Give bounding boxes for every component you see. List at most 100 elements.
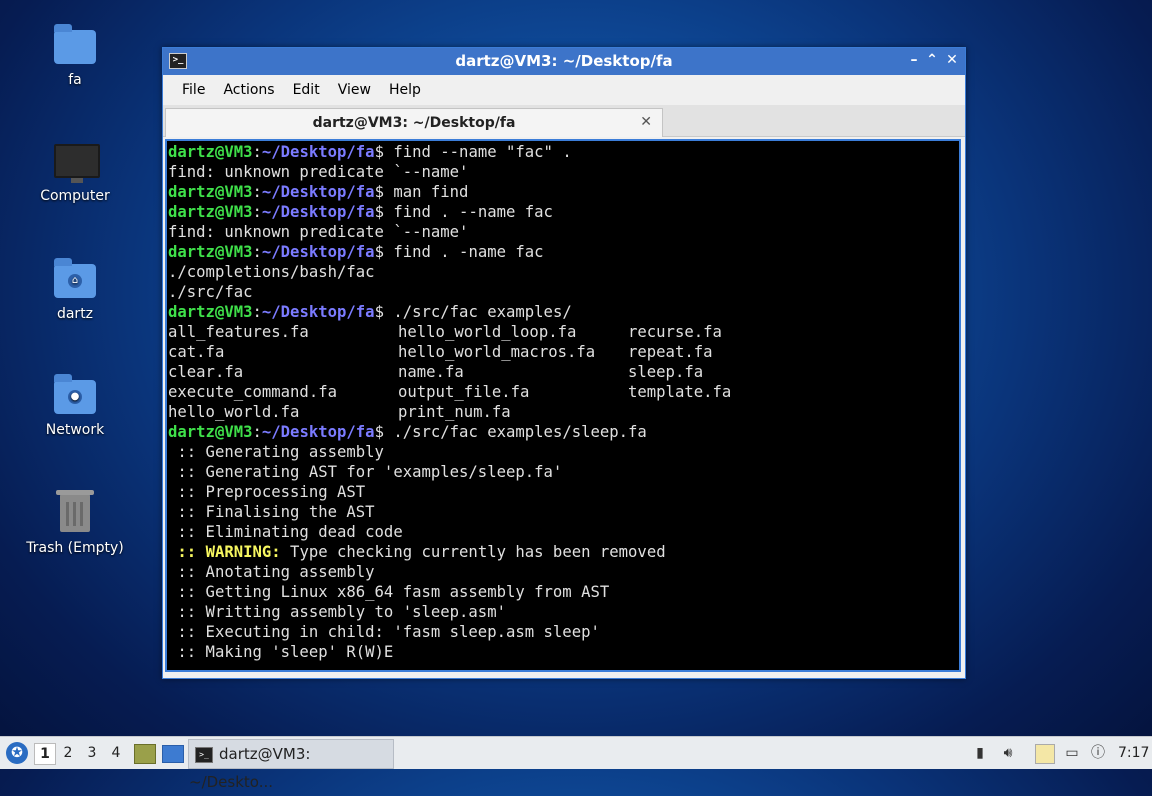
- file-name: clear.fa: [168, 363, 244, 381]
- terminal-line: :: Writting assembly to 'sleep.asm': [168, 602, 959, 622]
- start-menu-icon[interactable]: ✪: [6, 742, 28, 764]
- prompt-sep: :: [252, 243, 262, 261]
- window-title: dartz@VM3: ~/Desktop/fa: [455, 52, 673, 70]
- menu-view[interactable]: View: [329, 82, 380, 98]
- network-icon[interactable]: ▭: [1063, 744, 1081, 762]
- terminal-line: :: Executing in child: 'fasm sleep.asm s…: [168, 622, 959, 642]
- output-text: :: Finalising the AST: [168, 503, 375, 521]
- removable-drive-icon[interactable]: ▮: [971, 744, 989, 762]
- file-name: hello_world_macros.fa: [398, 343, 596, 361]
- command-text: find --name "fac" .: [383, 143, 572, 161]
- updates-icon[interactable]: ⓘ: [1089, 744, 1107, 762]
- terminal-line: dartz@VM3:~/Desktop/fa$ find . -name fac: [168, 242, 959, 262]
- file-manager-launcher-icon[interactable]: [134, 744, 156, 764]
- file-name: sleep.fa: [628, 363, 704, 381]
- prompt-user: dartz@VM3: [168, 183, 253, 201]
- output-text: :: Eliminating dead code: [168, 523, 403, 541]
- output-text: ./src/fac: [168, 283, 253, 301]
- terminal-icon: >_: [195, 746, 213, 763]
- tab-bar: dartz@VM3: ~/Desktop/fa ✕: [163, 105, 965, 137]
- tab-label: dartz@VM3: ~/Desktop/fa: [312, 115, 516, 131]
- prompt-path: ~/Desktop/fa: [261, 303, 375, 321]
- command-text: ./src/fac examples/: [383, 303, 572, 321]
- prompt-sep: :: [252, 143, 262, 161]
- prompt-symbol: $: [374, 303, 384, 321]
- terminal-line: find: unknown predicate `--name': [168, 222, 959, 242]
- desktop-icon-label: fa: [68, 72, 82, 88]
- file-name: all_features.fa: [168, 323, 309, 341]
- maximize-button[interactable]: ⌃: [923, 51, 941, 69]
- file-name: name.fa: [398, 363, 464, 381]
- desktop-icon-computer[interactable]: Computer: [20, 138, 130, 204]
- terminal-tab[interactable]: dartz@VM3: ~/Desktop/fa ✕: [165, 108, 663, 137]
- terminal-line: all_features.fa hello_world_loop.fa recurs…: [168, 322, 959, 342]
- terminal-line: :: WARNING: Type checking currently has …: [168, 542, 959, 562]
- output-text: find: unknown predicate `--name': [168, 163, 469, 181]
- prompt-sep: :: [252, 423, 262, 441]
- desktop-icon-trash[interactable]: Trash (Empty): [20, 490, 130, 556]
- warning-text: Type checking currently has been removed: [280, 543, 666, 561]
- terminal-line: :: Generating assembly: [168, 442, 959, 462]
- show-desktop-icon[interactable]: [162, 745, 184, 763]
- terminal-line: ./completions/bash/fac: [168, 262, 959, 282]
- terminal-line: :: Finalising the AST: [168, 502, 959, 522]
- taskbar-task-terminal[interactable]: >_ dartz@VM3: ~/Deskto...: [188, 739, 394, 791]
- close-button[interactable]: ✕: [943, 51, 961, 69]
- prompt-symbol: $: [374, 423, 384, 441]
- volume-icon[interactable]: 🔊︎: [999, 744, 1017, 762]
- warning-prefix: ::: [168, 543, 206, 561]
- warning-label: WARNING:: [205, 543, 281, 561]
- tab-close-icon[interactable]: ✕: [640, 114, 652, 130]
- output-text: :: Preprocessing AST: [168, 483, 366, 501]
- terminal-line: dartz@VM3:~/Desktop/fa$ find --name "fac…: [168, 142, 959, 162]
- window-titlebar[interactable]: >_ dartz@VM3: ~/Desktop/fa – ⌃ ✕: [163, 48, 965, 75]
- file-name: recurse.fa: [628, 323, 722, 341]
- file-name: template.fa: [628, 383, 732, 401]
- clock[interactable]: 7:17: [1118, 737, 1149, 769]
- desktop-icon-home[interactable]: ⌂ dartz: [20, 256, 130, 322]
- output-text: :: Writting assembly to 'sleep.asm': [168, 603, 506, 621]
- prompt-symbol: $: [374, 143, 384, 161]
- menu-actions[interactable]: Actions: [214, 82, 283, 98]
- workspace-1[interactable]: 1: [34, 743, 56, 765]
- workspace-3[interactable]: 3: [82, 743, 102, 763]
- command-text: man find: [383, 183, 469, 201]
- terminal-window[interactable]: >_ dartz@VM3: ~/Desktop/fa – ⌃ ✕ File Ac…: [162, 47, 966, 679]
- desktop-icon-label: Trash (Empty): [26, 540, 124, 556]
- desktop-icon-fa[interactable]: fa: [20, 22, 130, 88]
- prompt-user: dartz@VM3: [168, 423, 253, 441]
- menu-bar: File Actions Edit View Help: [163, 75, 965, 105]
- file-name: execute_command.fa: [168, 383, 337, 401]
- output-text: :: Anotating assembly: [168, 563, 375, 581]
- desktop-icon-label: Network: [45, 422, 105, 438]
- workspace-2[interactable]: 2: [58, 743, 78, 763]
- computer-icon: [52, 138, 100, 184]
- workspace-4[interactable]: 4: [106, 743, 126, 763]
- menu-edit[interactable]: Edit: [284, 82, 329, 98]
- file-name: output_file.fa: [398, 383, 530, 401]
- file-name: [628, 402, 858, 422]
- prompt-user: dartz@VM3: [168, 243, 253, 261]
- desktop-icon-label: Computer: [40, 188, 110, 204]
- terminal-output[interactable]: dartz@VM3:~/Desktop/fa$ find --name "fac…: [165, 139, 961, 672]
- command-text: find . --name fac: [383, 203, 553, 221]
- trash-icon: [52, 490, 98, 536]
- menu-file[interactable]: File: [173, 82, 214, 98]
- terminal-line: dartz@VM3:~/Desktop/fa$ man find: [168, 182, 959, 202]
- terminal-line: :: Getting Linux x86_64 fasm assembly fr…: [168, 582, 959, 602]
- prompt-path: ~/Desktop/fa: [261, 203, 375, 221]
- terminal-line: dartz@VM3:~/Desktop/fa$ find . --name fa…: [168, 202, 959, 222]
- file-name: hello_world_loop.fa: [398, 323, 577, 341]
- terminal-line: clear.fa name.fa sleep.fa: [168, 362, 959, 382]
- file-name: hello_world.fa: [168, 403, 300, 421]
- command-text: ./src/fac examples/sleep.fa: [383, 423, 647, 441]
- menu-help[interactable]: Help: [380, 82, 430, 98]
- desktop-icon-network[interactable]: ● Network: [20, 372, 130, 438]
- file-name: cat.fa: [168, 343, 225, 361]
- home-folder-icon: ⌂: [52, 256, 98, 302]
- clipboard-icon[interactable]: [1035, 744, 1055, 764]
- terminal-line: :: Making 'sleep' R(W)E: [168, 642, 959, 662]
- minimize-button[interactable]: –: [905, 51, 923, 69]
- terminal-line: ./src/fac: [168, 282, 959, 302]
- terminal-line: :: Preprocessing AST: [168, 482, 959, 502]
